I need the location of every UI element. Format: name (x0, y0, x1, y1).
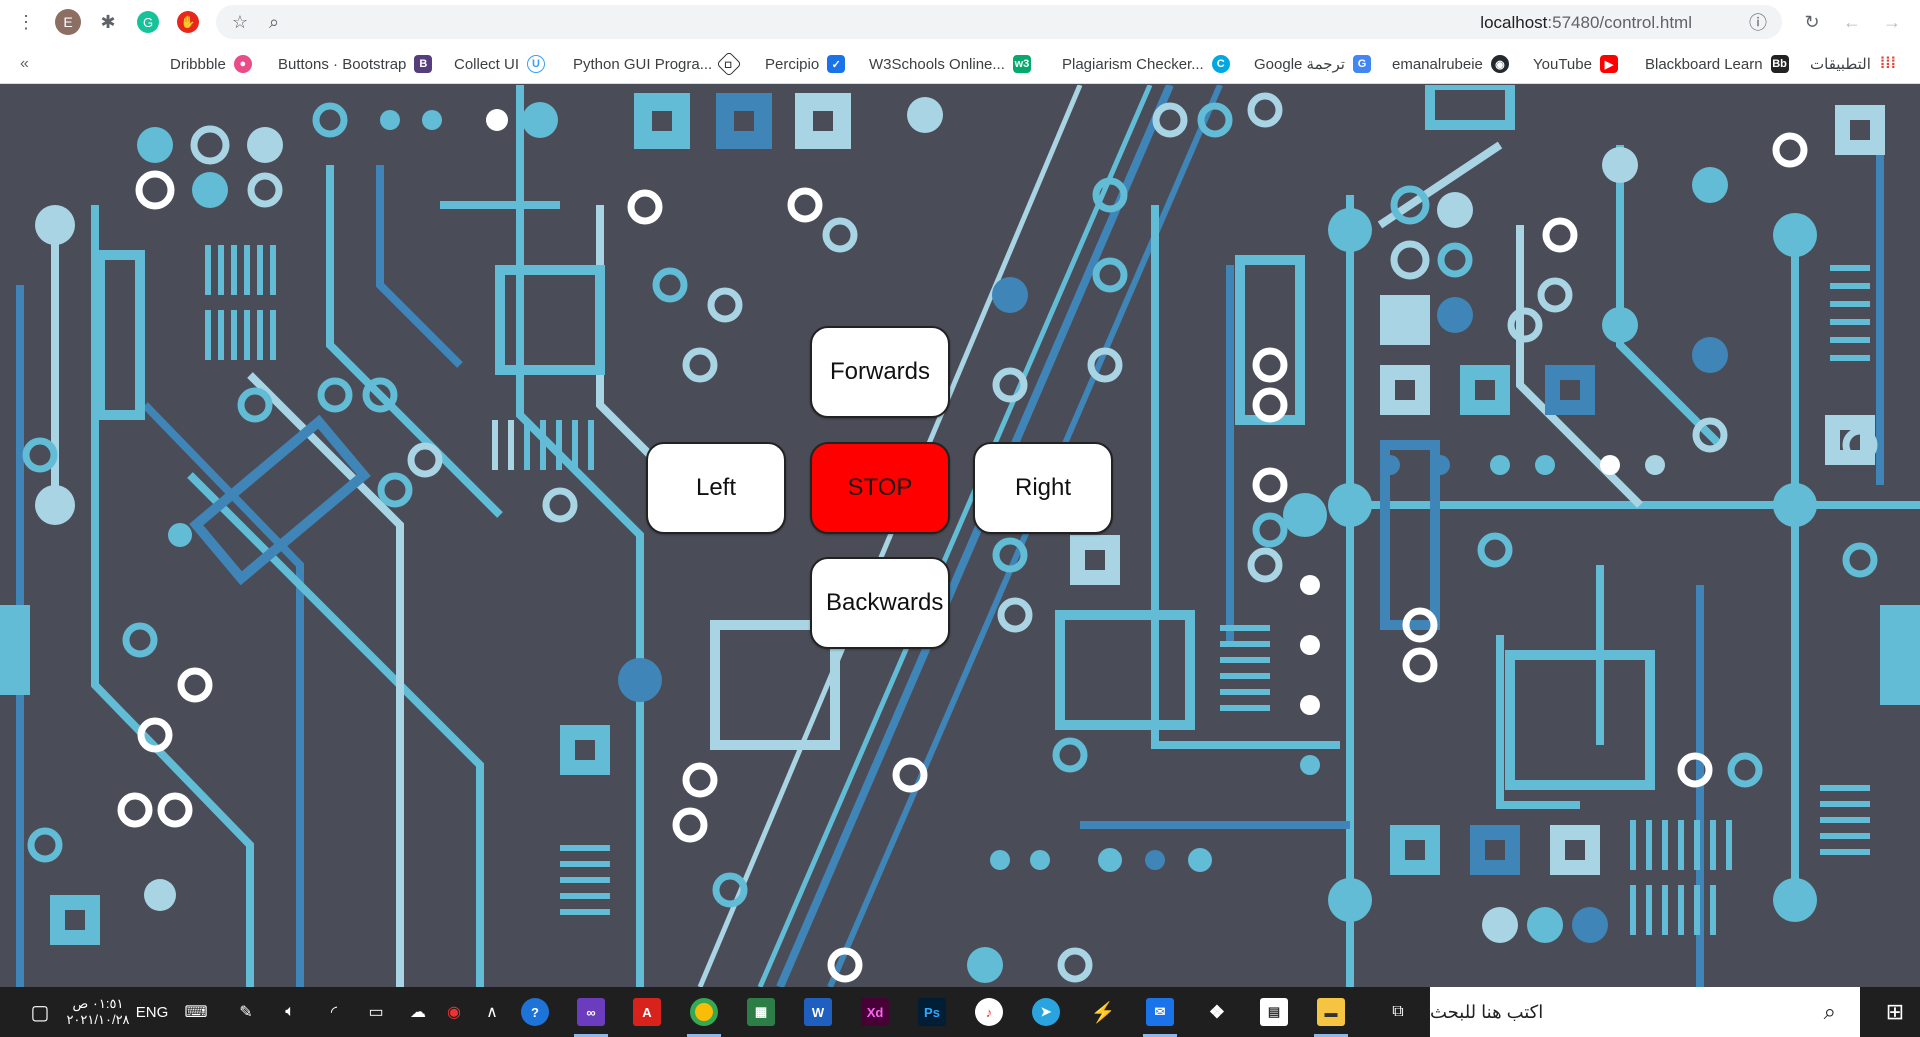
bookmark-w3schools[interactable]: W3Schools Online... w3 (869, 53, 1031, 75)
taskbar-search-box[interactable]: اكتب هنا للبحث ⌕ (1430, 987, 1860, 1037)
battery-icon[interactable]: ▭ (358, 987, 394, 1037)
notifications-icon[interactable]: ▢ (20, 987, 60, 1037)
taskbar-xd[interactable]: Xd (852, 987, 898, 1037)
bookmark-github[interactable]: emanalrubeie ◉ (1392, 53, 1509, 75)
backwards-button[interactable]: Backwards (810, 557, 950, 649)
tray-app-icon[interactable]: ◉ (436, 987, 472, 1037)
bookmark-star-icon[interactable]: ☆ (224, 6, 256, 38)
bootstrap-icon: B (414, 55, 433, 73)
plagiarism-icon: C (1211, 55, 1230, 73)
bookmark-youtube[interactable]: YouTube ▶ (1533, 53, 1618, 75)
taskbar-itunes[interactable]: ♪ (966, 987, 1012, 1037)
apps-grid-icon: ⁞⁞⁞ (1878, 55, 1897, 73)
circuit-board-background (0, 85, 1920, 987)
site-info-icon[interactable]: ⓘ (1742, 6, 1774, 38)
bookmark-collect-ui[interactable]: Collect UI U (454, 53, 546, 75)
taskbar-acrobat[interactable]: A (624, 987, 670, 1037)
task-view-icon[interactable]: ⧉ (1378, 987, 1418, 1037)
stop-button[interactable]: STOP (810, 442, 950, 534)
back-arrow-icon[interactable]: → (1876, 6, 1908, 38)
browser-toolbar: ⋮ E ✱ G ✋ ☆ ⌕ localhost:57480/control.ht… (0, 0, 1920, 44)
bookmark-bootstrap[interactable]: Buttons · Bootstrap B (278, 53, 433, 75)
taskbar-visual-studio[interactable]: ∞ (568, 987, 614, 1037)
left-button[interactable]: Left (646, 442, 786, 534)
bookmark-dribbble[interactable]: Dribbble ● (170, 53, 252, 75)
blackboard-icon: Bb (1770, 55, 1789, 73)
clock[interactable]: ٠١:٥١ ص ٢٠٢١/١٠/٢٨ (66, 987, 130, 1037)
taskbar-photoshop[interactable]: Ps (909, 987, 955, 1037)
w3schools-icon: w3 (1012, 55, 1031, 73)
language-indicator[interactable]: ENG (132, 987, 172, 1037)
forwards-button[interactable]: Forwards (810, 326, 950, 418)
bookmarks-bar: « Dribbble ● Buttons · Bootstrap B Collect… (0, 44, 1920, 84)
collectui-icon: U (527, 55, 546, 73)
python-gui-icon: ◇ (716, 51, 742, 77)
github-icon: ◉ (1490, 55, 1509, 73)
taskbar-vscode[interactable]: ⚡ (1080, 987, 1126, 1037)
wifi-icon[interactable]: ◜ (316, 987, 352, 1037)
bookmark-python-gui[interactable]: Python GUI Progra... ◇ (573, 51, 742, 77)
grammarly-extension-icon[interactable]: G (132, 6, 164, 38)
menu-kebab-icon[interactable]: ⋮ (10, 6, 42, 38)
keyboard-icon[interactable]: ⌨ (178, 987, 214, 1037)
taskbar-dropbox[interactable]: ❖ (1194, 987, 1240, 1037)
search-icon: ⌕ (1823, 999, 1836, 1024)
windows-taskbar: ▢ ٠١:٥١ ص ٢٠٢١/١٠/٢٨ ENG ⌨ ✎ 🔈︎ ◜ ▭ ☁ ◉ … (0, 987, 1920, 1037)
right-button[interactable]: Right (973, 442, 1113, 534)
adblock-extension-icon[interactable]: ✋ (172, 6, 204, 38)
dribbble-icon: ● (233, 55, 252, 73)
taskbar-help[interactable]: ? (512, 987, 558, 1037)
extensions-puzzle-icon[interactable]: ✱ (92, 6, 124, 38)
taskbar-mail[interactable]: ✉ (1137, 987, 1183, 1037)
taskbar-telegram[interactable]: ➤ (1023, 987, 1069, 1037)
bookmarks-overflow-icon[interactable]: « (20, 53, 29, 75)
bookmark-apps[interactable]: التطبيقات ⁞⁞⁞ (1810, 53, 1897, 75)
taskbar-chrome[interactable] (681, 987, 727, 1037)
profile-avatar[interactable]: E (52, 6, 84, 38)
taskbar-word[interactable]: W (795, 987, 841, 1037)
zoom-icon[interactable]: ⌕ (258, 6, 290, 38)
youtube-icon: ▶ (1599, 55, 1618, 73)
windows-start-icon[interactable]: ⊞ (1870, 987, 1920, 1037)
reload-icon[interactable]: ↻ (1796, 6, 1828, 38)
chevron-up-icon[interactable]: ∧ (474, 987, 510, 1037)
url-text[interactable]: localhost:57480/control.html (1480, 13, 1692, 33)
bookmark-percipio[interactable]: Percipio ✓ (765, 53, 846, 75)
percipio-icon: ✓ (827, 55, 846, 73)
pen-icon[interactable]: ✎ (228, 987, 264, 1037)
onedrive-icon[interactable]: ☁ (400, 987, 436, 1037)
address-bar[interactable]: ☆ ⌕ localhost:57480/control.html ⓘ (216, 5, 1782, 39)
bookmark-blackboard[interactable]: Blackboard Learn Bb (1645, 53, 1789, 75)
forward-arrow-icon[interactable]: ← (1836, 6, 1868, 38)
taskbar-store[interactable]: ▤ (1251, 987, 1297, 1037)
volume-icon[interactable]: 🔈︎ (272, 987, 308, 1037)
translate-icon: G (1352, 55, 1371, 73)
bookmark-plagiarism[interactable]: Plagiarism Checker... C (1062, 53, 1230, 75)
taskbar-app-image[interactable]: ▦ (738, 987, 784, 1037)
taskbar-file-explorer[interactable]: ▬ (1308, 987, 1354, 1037)
bookmark-google-translate[interactable]: Google ترجمة G (1254, 53, 1371, 75)
page-content: Forwards Left STOP Right Backwards (0, 85, 1920, 987)
